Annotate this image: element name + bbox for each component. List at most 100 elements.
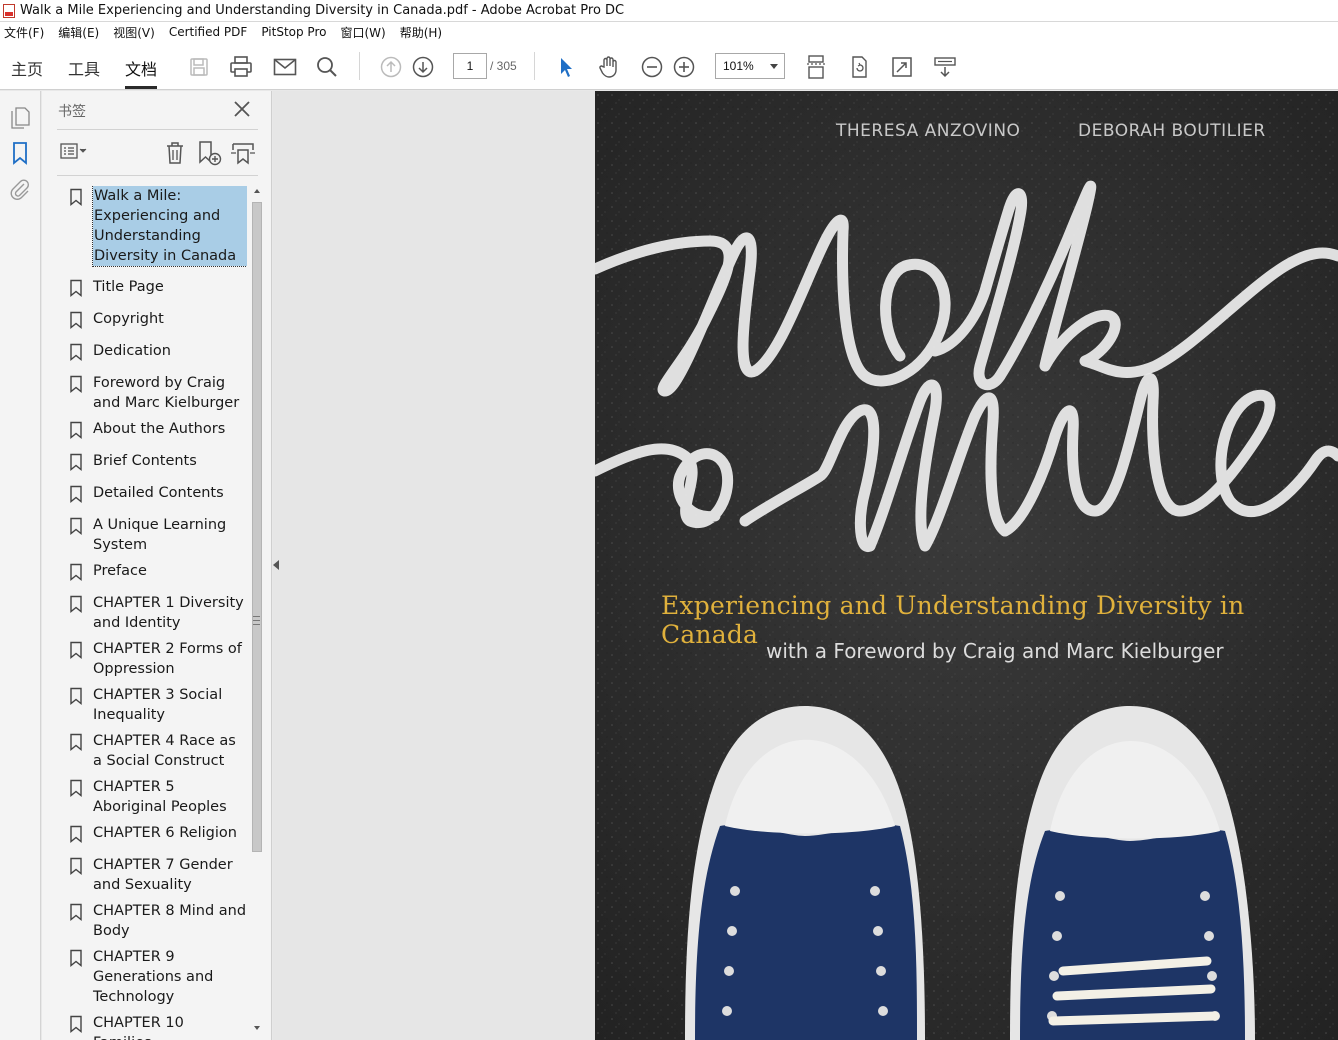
bookmark-scrollbar[interactable] (250, 186, 264, 1040)
bookmark-label: A Unique Learning System (93, 517, 227, 553)
active-tab-indicator (125, 86, 157, 89)
cover-author-2: DEBORAH BOUTILIER (1078, 121, 1266, 141)
new-bookmark-icon[interactable] (196, 140, 222, 166)
zoom-out-icon[interactable] (639, 54, 665, 80)
save-icon[interactable] (186, 54, 212, 80)
email-icon[interactable] (272, 54, 298, 80)
bookmark-icon (69, 453, 83, 471)
select-cursor-icon[interactable] (553, 54, 579, 80)
bookmark-label: CHAPTER 1 Diversity and Identity (93, 595, 244, 631)
delete-icon[interactable] (163, 140, 189, 166)
bookmark-label: CHAPTER 4 Race as a Social Construct (93, 733, 236, 769)
bookmark-item[interactable]: Brief Contents (62, 451, 247, 471)
bookmark-item[interactable]: Foreword by Craig and Marc Kielburger (62, 373, 247, 413)
bookmark-icon (69, 279, 83, 297)
bookmark-icon (69, 825, 83, 843)
bookmark-icon (69, 517, 83, 535)
full-screen-icon[interactable] (889, 54, 915, 80)
menu-window[interactable]: 窗口(W) (340, 24, 385, 41)
page-display-icon[interactable] (803, 54, 829, 80)
search-icon[interactable] (314, 54, 340, 80)
print-icon[interactable] (228, 54, 254, 80)
bookmark-icon (69, 733, 83, 751)
bookmark-label: Title Page (93, 279, 164, 295)
cover-author-1: THERESA ANZOVINO (836, 121, 1021, 141)
bookmark-item[interactable]: CHAPTER 10 Families (62, 1013, 247, 1040)
bookmark-item[interactable]: CHAPTER 9 Generations and Technology (62, 947, 247, 1007)
zoom-select[interactable]: 101% (715, 53, 785, 79)
bookmark-item[interactable]: Copyright (62, 309, 247, 329)
bookmark-icon (69, 595, 83, 613)
tab-tools[interactable]: 工具 (68, 56, 100, 80)
bookmark-label: Copyright (93, 311, 164, 327)
bookmark-item[interactable]: Preface (62, 561, 247, 581)
menu-edit[interactable]: 编辑(E) (58, 24, 99, 41)
page-number-input[interactable]: 1 (453, 53, 487, 79)
book-cover-page: THERESA ANZOVINO DEBORAH BOUTILIER Exper… (595, 91, 1338, 1040)
menu-file[interactable]: 文件(F) (4, 24, 44, 41)
chevron-down-icon (770, 64, 778, 69)
menu-help[interactable]: 帮助(H) (400, 24, 442, 41)
menu-bar: 文件(F) 编辑(E) 视图(V) Certified PDF PitStop … (0, 22, 1338, 42)
bookmark-item[interactable]: CHAPTER 6 Religion (62, 823, 247, 843)
bookmark-label: Preface (93, 563, 147, 579)
bookmark-label: Dedication (93, 343, 171, 359)
bookmark-label: CHAPTER 10 Families (93, 1015, 184, 1040)
toolbar-separator (534, 52, 535, 80)
scroll-down-arrow[interactable] (254, 1026, 260, 1030)
options-menu-icon[interactable] (59, 140, 87, 166)
bookmark-item[interactable]: CHAPTER 2 Forms of Oppression (62, 639, 247, 679)
expand-bookmark-icon[interactable] (230, 140, 256, 166)
rotate-view-icon[interactable] (846, 54, 872, 80)
bookmark-label: CHAPTER 6 Religion (93, 825, 237, 841)
bookmark-item[interactable]: Detailed Contents (62, 483, 247, 503)
bookmarks-panel: 书签 Walk a Mile: Experiencing and Underst… (42, 91, 272, 1040)
bookmark-item[interactable]: CHAPTER 8 Mind and Body (62, 901, 247, 941)
scroll-up-arrow[interactable] (254, 189, 260, 193)
next-page-icon[interactable] (410, 54, 436, 80)
bookmark-item[interactable]: Walk a Mile: Experiencing and Understand… (62, 186, 247, 267)
bookmark-item[interactable]: CHAPTER 1 Diversity and Identity (62, 593, 247, 633)
tab-document[interactable]: 文档 (125, 56, 157, 80)
hand-tool-icon[interactable] (596, 54, 622, 80)
bookmark-icon (69, 188, 83, 206)
bookmark-icon (69, 1015, 83, 1033)
bookmark-item[interactable]: CHAPTER 4 Race as a Social Construct (62, 731, 247, 771)
bookmark-item[interactable]: CHAPTER 5 Aboriginal Peoples (62, 777, 247, 817)
bookmark-label: CHAPTER 2 Forms of Oppression (93, 641, 242, 677)
page-thumbnails-icon[interactable] (8, 105, 32, 129)
previous-page-icon[interactable] (378, 54, 404, 80)
bookmark-item[interactable]: CHAPTER 3 Social Inequality (62, 685, 247, 725)
menu-pitstop-pro[interactable]: PitStop Pro (261, 25, 326, 39)
tab-home[interactable]: 主页 (11, 56, 43, 80)
bookmark-item[interactable]: Dedication (62, 341, 247, 361)
bookmark-list: Walk a Mile: Experiencing and Understand… (62, 186, 247, 1040)
bookmark-icon (69, 343, 83, 361)
zoom-in-icon[interactable] (671, 54, 697, 80)
collapse-panel-arrow-icon[interactable] (273, 560, 279, 570)
bookmark-item[interactable]: A Unique Learning System (62, 515, 247, 555)
bookmark-icon (69, 641, 83, 659)
menu-view[interactable]: 视图(V) (113, 24, 155, 41)
divider (57, 129, 258, 130)
bookmark-icon (69, 563, 83, 581)
bookmark-label: CHAPTER 9 Generations and Technology (93, 949, 214, 1005)
bookmark-icon[interactable] (8, 141, 32, 165)
acrobat-logo-icon (3, 3, 15, 18)
bookmark-item[interactable]: About the Authors (62, 419, 247, 439)
bookmark-label: CHAPTER 8 Mind and Body (93, 903, 247, 939)
close-icon[interactable] (232, 99, 252, 119)
scroll-thumb[interactable] (252, 202, 262, 852)
bookmark-label: Foreword by Craig and Marc Kielburger (93, 375, 240, 411)
bookmark-icon (69, 779, 83, 797)
panel-title: 书签 (58, 104, 86, 120)
bookmark-icon (69, 857, 83, 875)
read-mode-icon[interactable] (932, 54, 958, 80)
menu-certified-pdf[interactable]: Certified PDF (169, 25, 248, 39)
bookmark-icon (69, 949, 83, 967)
attachment-icon[interactable] (8, 177, 32, 201)
window-title: Walk a Mile Experiencing and Understandi… (20, 3, 625, 18)
bookmark-label: CHAPTER 7 Gender and Sexuality (93, 857, 233, 893)
bookmark-item[interactable]: Title Page (62, 277, 247, 297)
bookmark-item[interactable]: CHAPTER 7 Gender and Sexuality (62, 855, 247, 895)
